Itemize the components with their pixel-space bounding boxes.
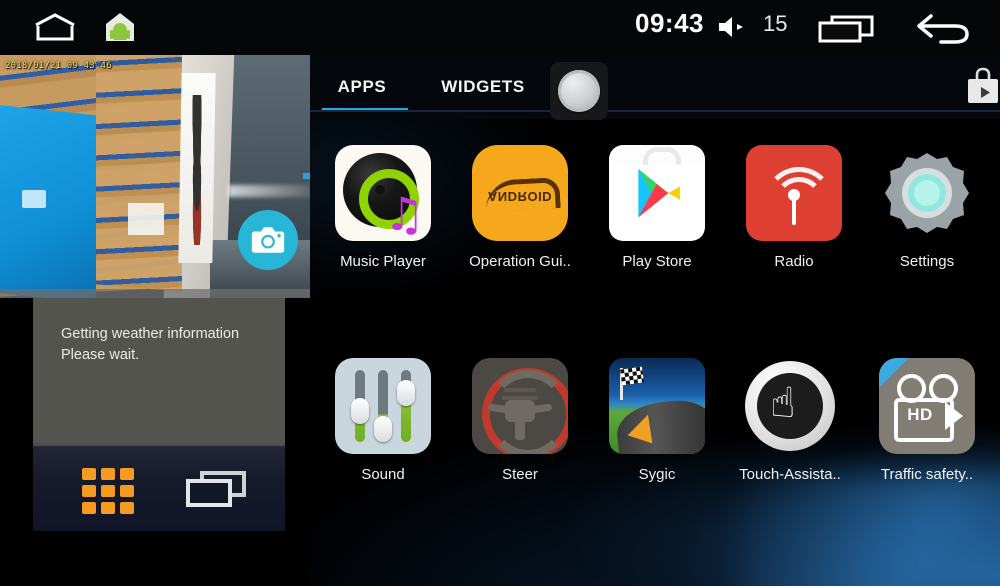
app-music-player[interactable]: ♫ Music Player: [314, 145, 452, 305]
app-touch-assistant[interactable]: ☝ Touch-Assista..: [721, 358, 859, 518]
home-outline-icon[interactable]: [33, 12, 77, 42]
app-steer[interactable]: Steer: [451, 358, 589, 518]
touch-assistant-icon: ☝: [742, 358, 838, 454]
app-label: Music Player: [340, 253, 426, 270]
settings-gear-icon: [879, 145, 975, 241]
camera-timestamp: 2018/01/21 09 43 46: [5, 61, 112, 71]
scene-banner-text: [186, 95, 208, 245]
music-player-icon: ♫: [335, 145, 431, 241]
recents-icon[interactable]: [186, 470, 246, 508]
play-store-icon: [609, 145, 705, 241]
app-grid: ♫ Music Player ANDROID Operation Gui.. P…: [310, 119, 1000, 586]
apps-grid-icon[interactable]: [82, 468, 134, 514]
hd-badge: HD: [907, 405, 933, 424]
preview-accent-marker: [303, 173, 310, 179]
app-sound[interactable]: Sound: [314, 358, 452, 518]
rotary-knob-icon[interactable]: [550, 62, 608, 120]
weather-widget[interactable]: Getting weather information Please wait.: [33, 298, 285, 443]
scene-box-label: [128, 203, 164, 235]
app-label: Touch-Assista..: [739, 466, 841, 483]
app-operation-guide[interactable]: ANDROID Operation Gui..: [451, 145, 589, 305]
app-play-store[interactable]: Play Store: [588, 145, 726, 305]
camera-preview-footer: [0, 289, 310, 298]
weather-line-1: Getting weather information: [61, 326, 240, 342]
volume-level: 15: [763, 11, 788, 36]
operation-guide-icon: ANDROID: [472, 145, 568, 241]
scene-blue-panel: [0, 104, 96, 298]
play-store-bag-icon[interactable]: [965, 67, 1000, 105]
app-label: Sygic: [638, 466, 676, 483]
android-home-icon[interactable]: [103, 11, 137, 43]
tabbar-divider: [310, 110, 1000, 112]
status-clock: 09:43: [635, 8, 704, 38]
app-label: Operation Gui..: [469, 253, 571, 270]
weather-line-2: Please wait.: [61, 347, 140, 363]
camera-icon[interactable]: [238, 210, 298, 270]
car-head-unit-screen: 09:43 15 2018/01/21 09 43 46 Getting wea…: [0, 0, 1000, 586]
app-radio[interactable]: Radio: [725, 145, 863, 305]
app-sygic[interactable]: Sygic: [588, 358, 726, 518]
app-settings[interactable]: Settings: [858, 145, 996, 305]
radio-icon: [746, 145, 842, 241]
scene-box-stack-right: [96, 55, 182, 292]
app-traffic-safety[interactable]: HD Traffic safety..: [858, 358, 996, 518]
recents-icon[interactable]: [818, 13, 874, 43]
operation-guide-badge: ANDROID: [487, 189, 553, 204]
app-label: Settings: [899, 253, 955, 270]
status-bar: 09:43 15: [0, 0, 1000, 55]
bottom-dock: [33, 446, 285, 531]
app-label: Radio: [774, 253, 814, 270]
app-label: Traffic safety..: [880, 466, 974, 483]
drawer-tabbar: APPS WIDGETS: [310, 55, 1000, 120]
steering-wheel-icon: [472, 358, 568, 454]
scene-light: [228, 185, 310, 197]
app-label: Sound: [361, 466, 405, 483]
app-label: Steer: [502, 466, 538, 483]
sound-equalizer-icon: [335, 358, 431, 454]
app-label: Play Store: [622, 253, 692, 270]
traffic-safety-camera-icon: HD: [879, 358, 975, 454]
camera-preview[interactable]: 2018/01/21 09 43 46: [0, 55, 310, 298]
sygic-navigation-icon: [609, 358, 705, 454]
left-column: 2018/01/21 09 43 46 Getting weather info…: [0, 55, 310, 586]
scene-blue-panel-mark: [22, 190, 46, 208]
weather-status-text: Getting weather information Please wait.: [61, 324, 276, 366]
app-drawer: APPS WIDGETS ♫ Music Player ANDROID Oper…: [310, 55, 1000, 586]
volume-icon[interactable]: [717, 14, 747, 40]
back-arrow-icon[interactable]: [915, 10, 971, 46]
